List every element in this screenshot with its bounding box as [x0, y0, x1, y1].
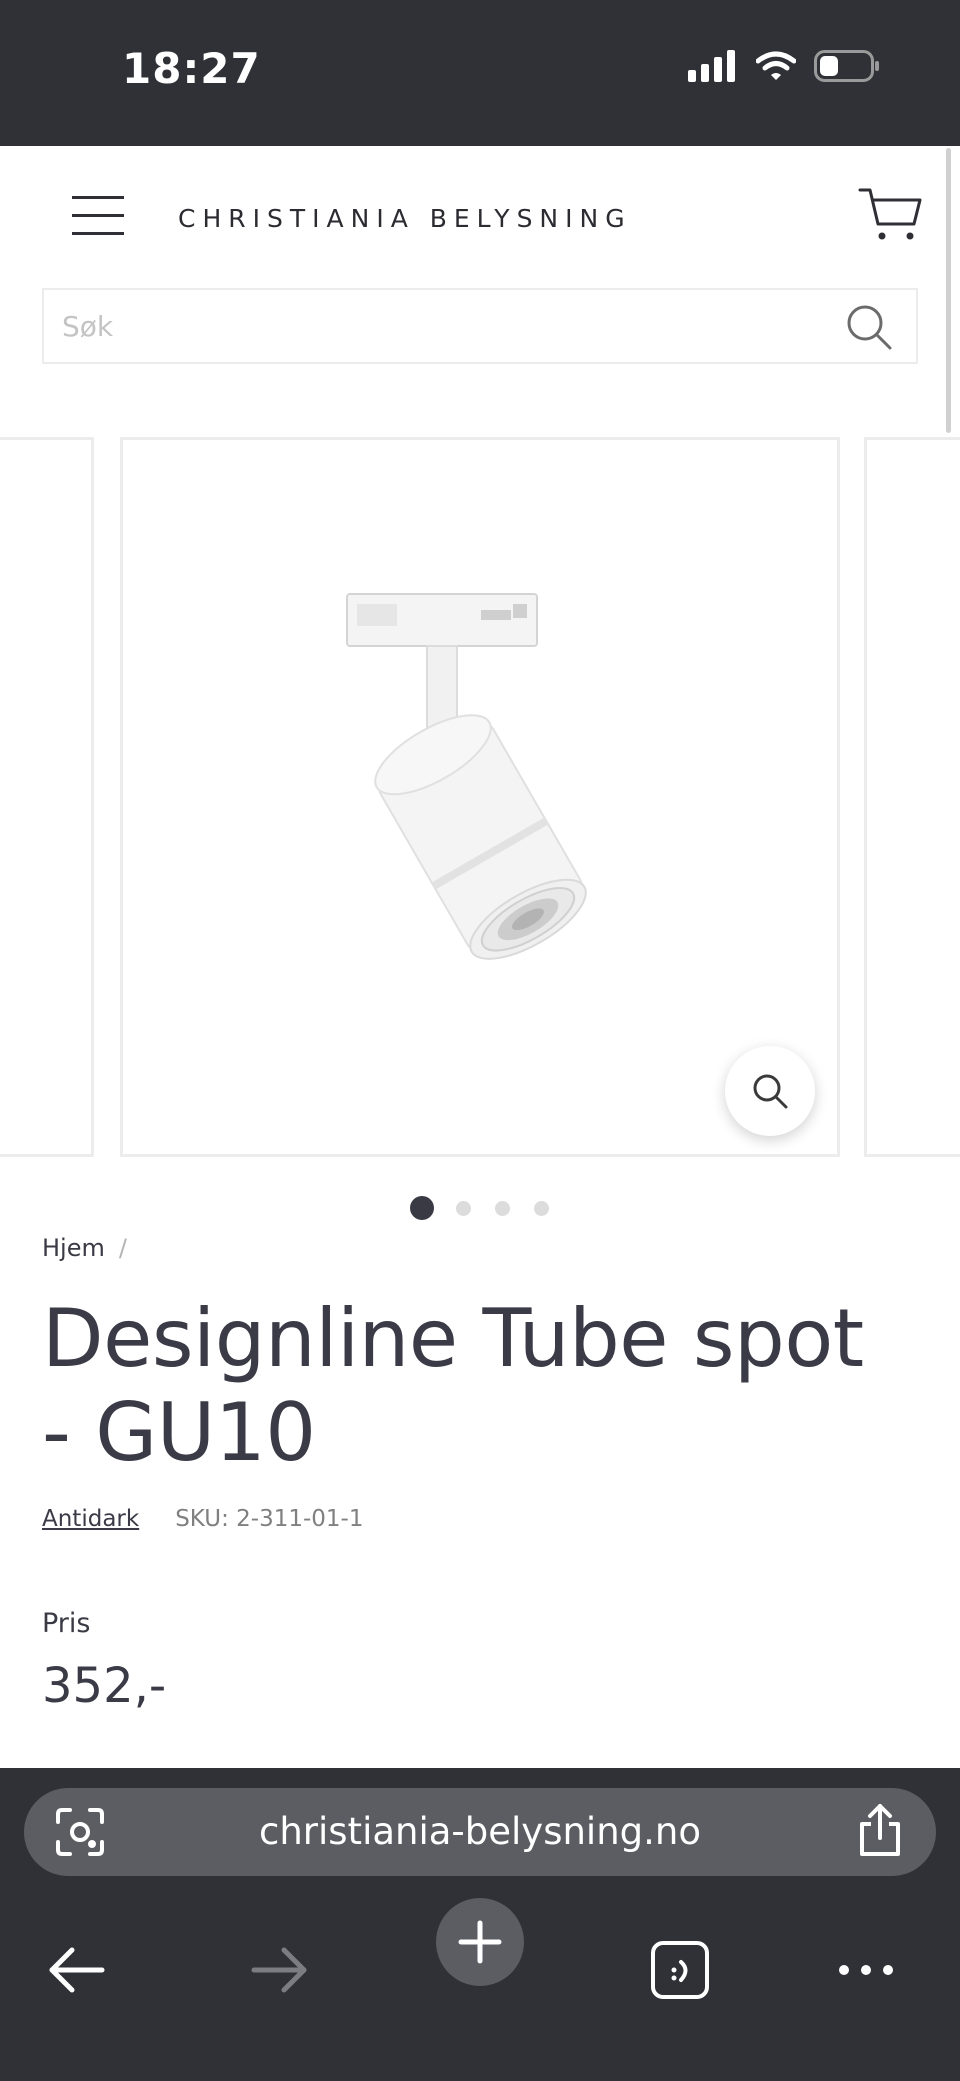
menu-line-icon	[72, 196, 124, 199]
product-image	[346, 593, 587, 960]
address-bar-url[interactable]: christiania-belysning.no	[24, 1788, 936, 1876]
battery-icon	[814, 50, 879, 82]
search-input[interactable]	[44, 290, 824, 362]
arrow-right-icon	[251, 1947, 307, 1993]
carousel-dot[interactable]	[534, 1201, 549, 1216]
menu-line-icon	[72, 232, 124, 235]
forward-button[interactable]	[246, 1936, 314, 2004]
hamburger-menu-button[interactable]	[72, 196, 124, 236]
cart-icon[interactable]	[858, 186, 922, 242]
product-sku: SKU: 2-311-01-1	[175, 1506, 364, 1532]
more-dots-icon	[839, 1965, 893, 1975]
carousel-pagination	[0, 1196, 960, 1220]
page-scrollbar[interactable]	[946, 148, 951, 433]
carousel-dot-active[interactable]	[410, 1196, 434, 1220]
search-icon[interactable]	[844, 302, 894, 352]
plus-icon	[458, 1920, 502, 1964]
breadcrumb: Hjem /	[42, 1234, 127, 1262]
product-title: Designline Tube spot - GU10	[42, 1292, 864, 1479]
zoom-button[interactable]	[725, 1046, 815, 1136]
breadcrumb-separator: /	[118, 1234, 127, 1262]
carousel-dot[interactable]	[456, 1201, 471, 1216]
status-icons	[688, 50, 880, 82]
share-icon[interactable]	[854, 1802, 906, 1858]
breadcrumb-home-link[interactable]: Hjem	[42, 1234, 105, 1262]
product-brand-link[interactable]: Antidark	[42, 1506, 139, 1532]
status-time: 18:27	[122, 44, 261, 93]
lens-icon[interactable]	[54, 1806, 106, 1858]
carousel-dot[interactable]	[495, 1201, 510, 1216]
tabs-icon	[651, 1941, 709, 1999]
carousel-slide-previous[interactable]	[0, 437, 94, 1157]
carousel-slide-active[interactable]	[120, 437, 840, 1157]
new-tab-button[interactable]	[436, 1898, 524, 1986]
status-bar: 18:27	[0, 0, 960, 146]
site-header: CHRISTIANIA BELYSNING	[0, 146, 960, 432]
product-meta: Antidark SKU: 2-311-01-1	[42, 1506, 364, 1532]
price-value: 352,-	[42, 1658, 167, 1714]
cellular-signal-icon	[688, 50, 735, 82]
wifi-icon	[756, 51, 796, 80]
arrow-left-icon	[49, 1947, 105, 1993]
carousel-slide-next[interactable]	[864, 437, 960, 1157]
product-image-carousel[interactable]	[0, 437, 960, 1157]
search-box	[42, 288, 918, 364]
back-button[interactable]	[42, 1936, 110, 2004]
more-button[interactable]	[832, 1936, 900, 2004]
tabs-button[interactable]	[646, 1936, 714, 2004]
menu-line-icon	[72, 214, 124, 217]
address-bar[interactable]: christiania-belysning.no	[24, 1788, 936, 1876]
magnifier-icon	[753, 1074, 788, 1109]
brand-logo[interactable]: CHRISTIANIA BELYSNING	[178, 204, 632, 233]
price-label: Pris	[42, 1608, 91, 1639]
